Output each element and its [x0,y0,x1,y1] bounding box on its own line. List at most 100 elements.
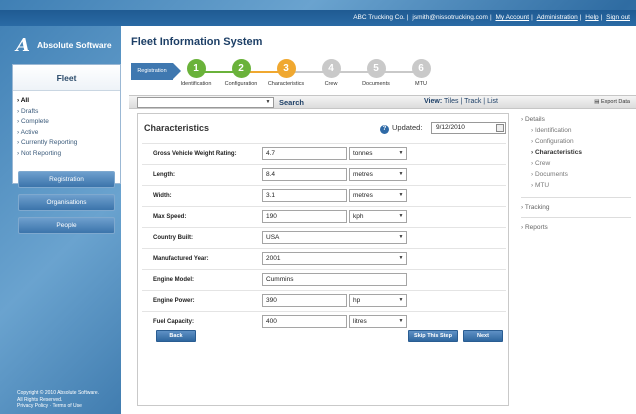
fleet-title: Fleet [13,65,120,91]
back-button[interactable]: Back [156,330,196,342]
search-button[interactable]: Search [279,98,304,107]
field-label: Max Speed: [153,214,187,220]
organisations-button[interactable]: Organisations [18,194,115,211]
field-label: Engine Model: [153,277,194,283]
engine-power-unit-select[interactable]: hp ▼ [349,294,407,307]
divider [521,217,631,218]
field-row: Width: 3.1 metres ▼ [142,185,506,206]
registration-button[interactable]: Registration [18,171,115,188]
chevron-down-icon: ▼ [398,213,404,219]
nav-documents[interactable]: › Documents [521,169,631,180]
step-identification[interactable]: 1 Identification [171,59,221,87]
gvwr-unit-select[interactable]: tonnes ▼ [349,147,407,160]
step-label: Documents [362,81,390,87]
administration-link[interactable]: Administration [537,14,578,21]
step-number: 3 [276,59,296,78]
width-unit-select[interactable]: metres ▼ [349,189,407,202]
view-list[interactable]: List [487,98,498,105]
calendar-icon[interactable] [496,124,504,132]
fuel-capacity-unit-select[interactable]: litres ▼ [349,315,407,328]
chevron-down-icon: ▼ [398,318,404,324]
step-label: Crew [324,81,338,87]
details-section: › Details › Identification › Configurati… [521,116,631,191]
skip-step-button[interactable]: Skip This Step [408,330,458,342]
copyright: Copyright © 2010 Absolute Software. All … [17,390,117,410]
view-switcher: View: Tiles | Track | List [424,98,498,105]
people-button[interactable]: People [18,217,115,234]
fleet-filter-box: Fleet › All › Drafts › Complete › Active… [12,64,121,184]
nav-crew[interactable]: › Crew [521,158,631,169]
manufactured-year-select[interactable]: 2001 ▼ [262,252,407,265]
right-sidebar: › Details › Identification › Configurati… [521,116,631,231]
field-label: Fuel Capacity: [153,319,195,325]
step-label: MTU [415,81,427,87]
export-data-button[interactable]: ▤ Export Data [594,99,630,105]
fleet-filter-active[interactable]: › Active [17,128,120,139]
engine-model-input[interactable]: Cummins [262,273,407,286]
step-number: 1 [186,59,206,78]
step-crew[interactable]: 4 Crew [306,59,356,87]
company-name: ABC Trucking Co. [353,14,405,21]
sign-out-link[interactable]: Sign out [606,14,630,21]
top-bar: ABC Trucking Co. | jsmith@nissotrucking.c… [0,10,636,26]
my-account-link[interactable]: My Account [495,14,529,21]
country-built-select[interactable]: USA ▼ [262,231,407,244]
details-heading[interactable]: › Details [521,116,631,123]
field-row: Length: 8.4 metres ▼ [142,164,506,185]
policy-links[interactable]: Privacy Policy · Terms of Use [17,403,117,410]
help-link[interactable]: Help [585,14,598,21]
characteristics-form: Characteristics ? Updated: 9/12/2010 Gros… [137,113,509,406]
step-label: Identification [180,81,212,87]
help-icon[interactable]: ? [380,125,389,134]
updated-label: Updated: [392,123,423,132]
details-list: › Identification › Configuration › Chara… [521,125,631,191]
export-icon: ▤ [594,99,600,105]
user-email: jsmith@nissotrucking.com [412,14,488,21]
fleet-filter-complete[interactable]: › Complete [17,117,120,128]
next-button[interactable]: Next [463,330,503,342]
field-row: Fuel Capacity: 400 litres ▼ [142,311,506,332]
registration-tab[interactable]: Registration [131,63,181,80]
field-row: Engine Power: 390 hp ▼ [142,290,506,311]
step-mtu[interactable]: 6 MTU [396,59,446,87]
reports-section[interactable]: › Reports [521,224,631,231]
step-configuration[interactable]: 2 Configuration [216,59,266,87]
field-row: Gross Vehicle Weight Rating: 4.7 tonnes ▼ [142,143,506,164]
view-tiles[interactable]: Tiles [444,98,459,105]
chevron-down-icon: ▼ [398,255,404,261]
fleet-filter-not-reporting[interactable]: › Not Reporting [17,149,120,160]
field-label: Engine Power: [153,298,195,304]
fuel-capacity-input[interactable]: 400 [262,315,347,328]
field-label: Length: [153,172,175,178]
fleet-filter-currently-reporting[interactable]: › Currently Reporting [17,138,120,149]
nav-mtu[interactable]: › MTU [521,180,631,191]
fleet-filter-all[interactable]: › All [17,96,120,107]
view-track[interactable]: Track [464,98,481,105]
updated-date-field[interactable]: 9/12/2010 [431,122,506,134]
length-unit-select[interactable]: metres ▼ [349,168,407,181]
step-documents[interactable]: 5 Documents [351,59,401,87]
logo: A Absolute Software [8,26,121,64]
search-select[interactable]: ▼ [137,97,274,108]
nav-characteristics[interactable]: › Characteristics [521,147,631,158]
max-speed-input[interactable]: 190 [262,210,347,223]
form-title: Characteristics [144,123,210,133]
nav-identification[interactable]: › Identification [521,125,631,136]
engine-power-input[interactable]: 390 [262,294,347,307]
nav-configuration[interactable]: › Configuration [521,136,631,147]
step-characteristics[interactable]: 3 Characteristics [261,59,311,87]
width-input[interactable]: 3.1 [262,189,347,202]
app-title: Fleet Information System [131,36,263,48]
max-speed-unit-select[interactable]: kph ▼ [349,210,407,223]
chevron-down-icon: ▼ [265,99,271,105]
length-input[interactable]: 8.4 [262,168,347,181]
chevron-down-icon: ▼ [398,192,404,198]
step-number: 2 [231,59,251,78]
gvwr-input[interactable]: 4.7 [262,147,347,160]
view-label: View: [424,98,443,105]
chevron-down-icon: ▼ [398,150,404,156]
field-row: Engine Model: Cummins [142,269,506,290]
tracking-section[interactable]: › Tracking [521,204,631,211]
divider [521,197,631,198]
fleet-filter-drafts[interactable]: › Drafts [17,107,120,118]
